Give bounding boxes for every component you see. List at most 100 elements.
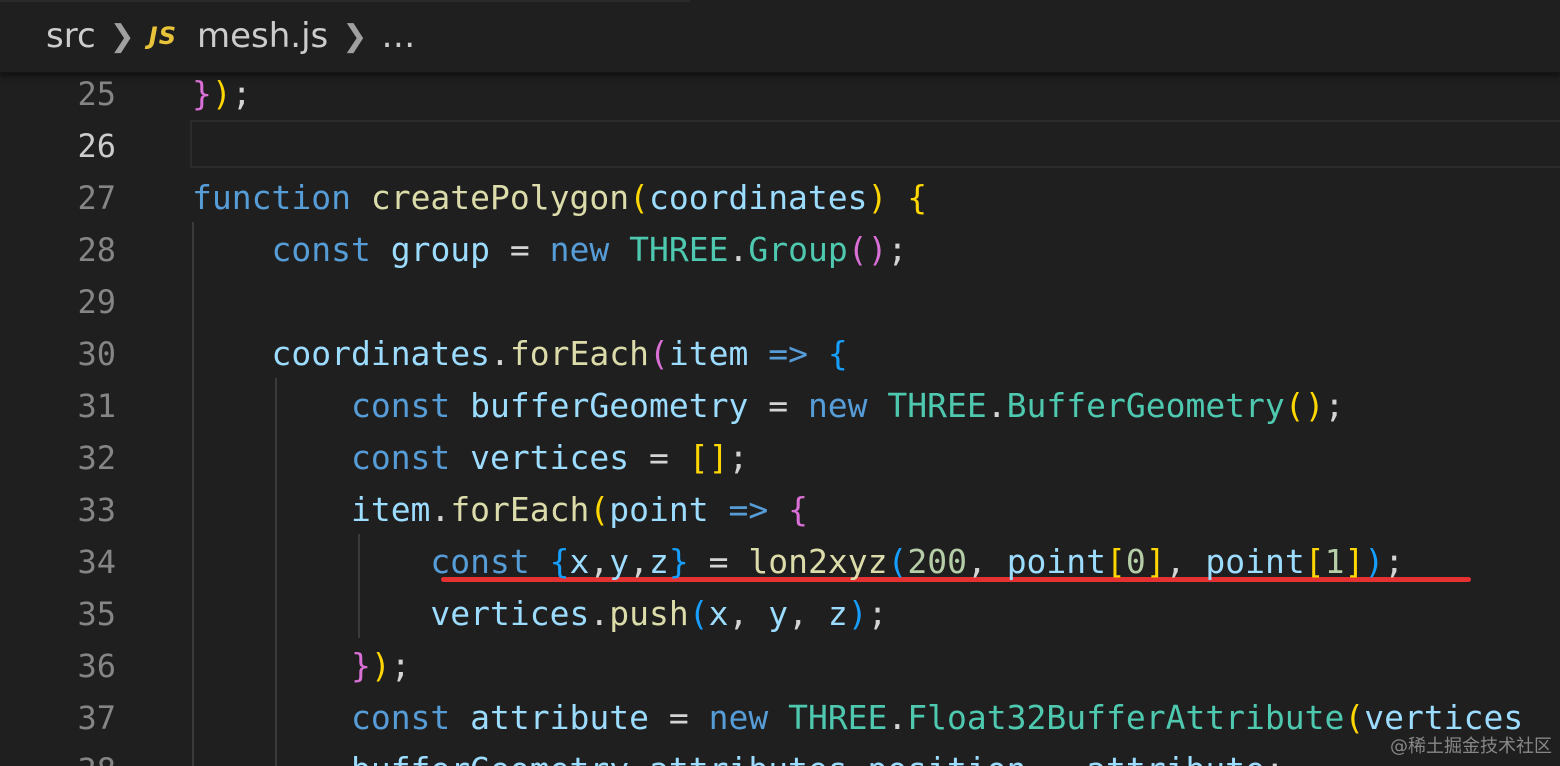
code-token: = <box>490 230 550 269</box>
code-token: } <box>192 74 212 113</box>
code-token: ) <box>1364 542 1385 581</box>
code-token: z <box>649 542 669 581</box>
code-line[interactable]: 25}); <box>0 68 1560 120</box>
line-code: item.forEach(point => { <box>192 484 808 536</box>
code-line[interactable]: 30 coordinates.forEach(item => { <box>0 328 1560 380</box>
code-line[interactable]: 26 <box>0 120 1560 172</box>
code-token: coordinates <box>648 178 868 217</box>
code-token: bufferGeometry <box>351 750 629 766</box>
chevron-right-icon: ❯ <box>342 18 368 54</box>
code-token: ) <box>1304 386 1325 425</box>
code-token: = <box>688 542 749 581</box>
line-code: const vertices = []; <box>192 432 748 484</box>
code-token: { <box>827 334 848 373</box>
code-token: . <box>629 750 649 766</box>
code-token: new <box>549 230 610 269</box>
code-token: coordinates <box>271 334 491 373</box>
code-token: . <box>986 386 1007 425</box>
code-token: ) <box>867 230 888 269</box>
code-token: const <box>430 542 530 581</box>
code-token: 200 <box>907 542 967 581</box>
line-code: const group = new THREE.Group(); <box>192 224 907 276</box>
code-editor[interactable]: 25}); 26 27 function createPolygon(coordina… <box>0 68 1560 766</box>
code-line[interactable]: 28 const group = new THREE.Group(); <box>0 224 1560 276</box>
code-token: new <box>708 698 769 737</box>
code-token: Float32BufferAttribute <box>907 698 1345 737</box>
code-line[interactable]: 34 const {x,y,z} = lon2xyz(200, point[0]… <box>0 536 1560 588</box>
watermark: @稀土掘金技术社区 <box>1390 736 1552 757</box>
code-token: , <box>728 594 769 633</box>
code-token: , <box>788 594 828 633</box>
code-token: [ <box>1304 542 1325 581</box>
breadcrumb-symbol-more[interactable]: … <box>381 16 415 56</box>
code-line[interactable]: 35 vertices.push(x, y, z); <box>0 588 1560 640</box>
code-token: function <box>192 178 351 217</box>
code-line[interactable]: 38 bufferGeometry.attributes.position = … <box>0 744 1560 766</box>
code-token: point <box>1205 542 1305 581</box>
code-token: attributes <box>649 750 848 766</box>
code-token: . <box>430 490 451 529</box>
breadcrumb-file[interactable]: mesh.js <box>197 16 328 56</box>
code-token: ; <box>390 646 411 685</box>
line-number: 37 <box>77 699 116 737</box>
code-token: ; <box>231 74 252 113</box>
code-token: [ <box>688 438 709 477</box>
code-token: . <box>589 594 610 633</box>
code-token: 1 <box>1324 542 1345 581</box>
line-number: 25 <box>77 75 116 113</box>
line-number: 29 <box>77 283 116 321</box>
code-token: } <box>668 542 689 581</box>
code-line[interactable]: 36 }); <box>0 640 1560 692</box>
code-token: = <box>1027 750 1087 766</box>
code-token: , <box>629 542 650 581</box>
code-token: item <box>350 490 431 529</box>
code-token: bufferGeometry <box>470 386 749 425</box>
code-line[interactable]: 37 const attribute = new THREE.Float32Bu… <box>0 692 1560 744</box>
code-token: z <box>827 594 848 633</box>
code-line[interactable]: 27 function createPolygon(coordinates) { <box>0 172 1560 224</box>
code-token: ( <box>1344 698 1365 737</box>
line-number: 31 <box>77 387 116 425</box>
code-token: const <box>271 230 371 269</box>
code-token: ; <box>728 438 749 477</box>
code-line[interactable]: 33 item.forEach(point => { <box>0 484 1560 536</box>
code-token: y <box>768 594 789 633</box>
javascript-file-icon: JS <box>148 22 177 50</box>
code-token: BufferGeometry <box>1006 386 1285 425</box>
code-token: new <box>807 386 868 425</box>
code-token: } <box>350 646 371 685</box>
code-line[interactable]: 31 const bufferGeometry = new THREE.Buff… <box>0 380 1560 432</box>
code-token: ] <box>1145 542 1166 581</box>
code-token: lon2xyz <box>748 542 888 581</box>
code-token: ( <box>1284 386 1305 425</box>
code-token: THREE <box>788 698 888 737</box>
code-token: ; <box>887 230 908 269</box>
line-number: 35 <box>77 595 116 633</box>
code-token: ( <box>648 334 669 373</box>
breadcrumb-folder[interactable]: src <box>46 16 96 56</box>
code-token: . <box>728 230 749 269</box>
line-number: 28 <box>77 231 116 269</box>
code-token: = <box>648 698 709 737</box>
code-token: ( <box>887 542 908 581</box>
code-token: , <box>589 542 610 581</box>
code-token: position <box>868 750 1027 766</box>
line-number: 26 <box>77 127 116 165</box>
code-token: . <box>848 750 868 766</box>
code-token: createPolygon <box>370 178 630 217</box>
code-line[interactable]: 32 const vertices = []; <box>0 432 1560 484</box>
code-line[interactable]: 29 <box>0 276 1560 328</box>
line-number: 36 <box>77 647 116 685</box>
code-token: vertices <box>430 594 590 633</box>
code-token: { <box>549 542 570 581</box>
code-token: ( <box>847 230 868 269</box>
